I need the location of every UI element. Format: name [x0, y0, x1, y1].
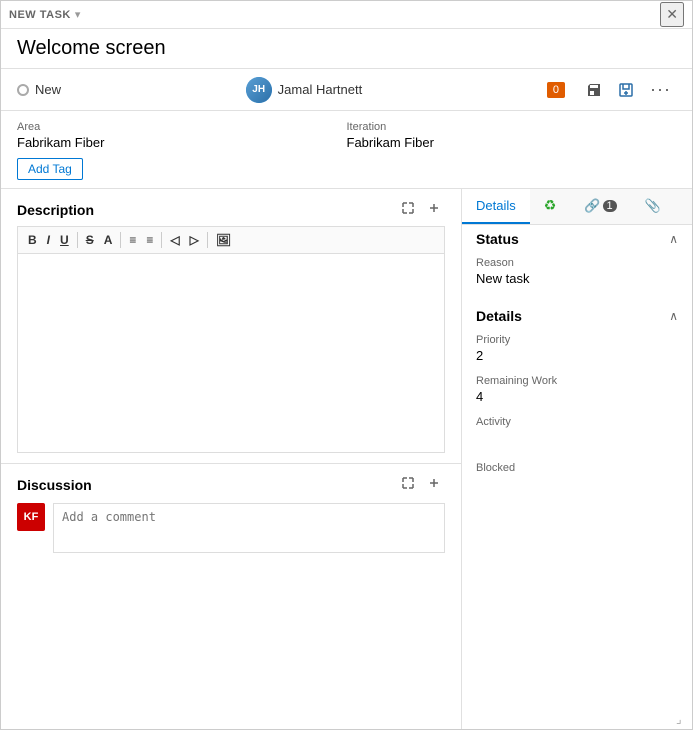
avatar-image: JH	[246, 77, 272, 103]
activity-field: Activity	[462, 412, 692, 458]
description-editor[interactable]	[17, 253, 445, 453]
comment-badge[interactable]: 0	[547, 82, 565, 98]
activity-label: Activity	[476, 416, 678, 428]
highlight-button[interactable]: A	[100, 231, 117, 249]
resize-handle[interactable]: ⌟	[676, 713, 688, 725]
main-content: Description B I U	[1, 188, 692, 729]
avatar: JH	[246, 77, 272, 103]
discussion-section: Discussion KF	[1, 463, 461, 563]
details-title: Details	[476, 308, 522, 324]
title-label: NEW TASK	[9, 9, 71, 21]
right-tabs: Details ♻ 🔗 1 📎	[462, 189, 692, 225]
remaining-work-label: Remaining Work	[476, 375, 678, 387]
fields-row: Area Fabrikam Fiber Iteration Fabrikam F…	[1, 111, 692, 150]
links-badge: 1	[603, 200, 617, 212]
iteration-field-group: Iteration Fabrikam Fiber	[347, 121, 677, 150]
tab-attachments[interactable]: 📎	[631, 189, 675, 224]
more-icon: ···	[650, 79, 671, 100]
strikethrough-button[interactable]: S	[82, 231, 98, 249]
user-name: Jamal Hartnett	[278, 82, 363, 97]
details-section-header[interactable]: Details ∧	[462, 302, 692, 330]
editor-toolbar: B I U S A ≡ ≡ ◁ ▷ 🖼	[17, 226, 445, 253]
left-panel: Description B I U	[1, 189, 462, 729]
area-field-group: Area Fabrikam Fiber	[17, 121, 347, 150]
status-chevron-icon: ∧	[669, 232, 678, 246]
state-label: New	[35, 82, 61, 97]
blocked-value[interactable]	[476, 476, 678, 496]
comment-row: KF	[17, 503, 445, 553]
ordered-list-button[interactable]: ≡	[142, 231, 157, 249]
remaining-work-value[interactable]: 4	[476, 389, 678, 404]
discussion-actions	[397, 474, 445, 495]
image-button[interactable]: 🖼	[212, 231, 235, 249]
title-bar-left: NEW TASK ▾	[9, 8, 80, 21]
close-button[interactable]: ✕	[660, 2, 684, 27]
tab-details[interactable]: Details	[462, 189, 530, 224]
blocked-field: Blocked	[462, 458, 692, 504]
reason-field: Reason New task	[462, 253, 692, 294]
remaining-work-field: Remaining Work 4	[462, 371, 692, 412]
description-section: Description B I U	[1, 189, 461, 463]
title-pin[interactable]: ▾	[75, 8, 81, 21]
expand-description-button[interactable]	[397, 199, 419, 220]
activity-value[interactable]	[476, 430, 678, 450]
description-header: Description	[17, 199, 445, 220]
reason-label: Reason	[476, 257, 678, 269]
tab-details-label: Details	[476, 198, 516, 213]
tool-separator-1	[77, 232, 78, 248]
history-icon: ♻	[544, 197, 557, 214]
add-tag-button[interactable]: Add Tag	[17, 158, 83, 180]
commenter-avatar: KF	[17, 503, 45, 531]
bold-button[interactable]: B	[24, 231, 41, 249]
status-section-header[interactable]: Status ∧	[462, 225, 692, 253]
save-as-button[interactable]	[613, 78, 639, 102]
priority-value[interactable]: 2	[476, 348, 678, 363]
italic-button[interactable]: I	[43, 231, 54, 249]
status-title: Status	[476, 231, 519, 247]
tool-separator-4	[207, 232, 208, 248]
assigned-user[interactable]: JH Jamal Hartnett	[77, 77, 531, 103]
tool-separator-2	[120, 232, 121, 248]
collapse-description-button[interactable]	[423, 199, 445, 220]
area-label: Area	[17, 121, 347, 133]
outdent-button[interactable]: ◁	[166, 231, 183, 249]
page-title: Welcome screen	[17, 37, 676, 60]
save-button[interactable]	[581, 78, 607, 102]
underline-button[interactable]: U	[56, 231, 73, 249]
area-value[interactable]: Fabrikam Fiber	[17, 135, 347, 150]
toolbar-row: New JH Jamal Hartnett 0 ···	[1, 69, 692, 111]
unordered-list-button[interactable]: ≡	[125, 231, 140, 249]
description-title: Description	[17, 202, 94, 218]
tool-separator-3	[161, 232, 162, 248]
link-icon: 🔗	[584, 198, 600, 214]
toolbar-actions: ···	[581, 75, 676, 104]
reason-value[interactable]: New task	[476, 271, 678, 286]
tab-history[interactable]: ♻	[530, 189, 571, 224]
right-panel: Details ♻ 🔗 1 📎 Status ∧ Reason	[462, 189, 692, 729]
page-title-bar: Welcome screen	[1, 29, 692, 69]
priority-label: Priority	[476, 334, 678, 346]
comment-input[interactable]	[53, 503, 445, 553]
iteration-label: Iteration	[347, 121, 677, 133]
details-chevron-icon: ∧	[669, 309, 678, 323]
title-bar: NEW TASK ▾ ✕	[1, 1, 692, 29]
main-window: NEW TASK ▾ ✕ Welcome screen New JH Jamal…	[0, 0, 693, 730]
discussion-title: Discussion	[17, 477, 92, 493]
iteration-value[interactable]: Fabrikam Fiber	[347, 135, 677, 150]
add-tag-row: Add Tag	[1, 150, 692, 188]
blocked-label: Blocked	[476, 462, 678, 474]
expand-discussion-button[interactable]	[397, 474, 419, 495]
more-actions-button[interactable]: ···	[645, 75, 676, 104]
comment-icon: 0	[547, 82, 565, 98]
collapse-discussion-button[interactable]	[423, 474, 445, 495]
discussion-header: Discussion	[17, 474, 445, 495]
description-actions	[397, 199, 445, 220]
state-dot-icon	[17, 84, 29, 96]
indent-button[interactable]: ▷	[186, 231, 203, 249]
tab-links[interactable]: 🔗 1	[570, 189, 630, 224]
state-badge[interactable]: New	[17, 82, 61, 97]
priority-field: Priority 2	[462, 330, 692, 371]
attachment-icon: 📎	[645, 198, 661, 214]
